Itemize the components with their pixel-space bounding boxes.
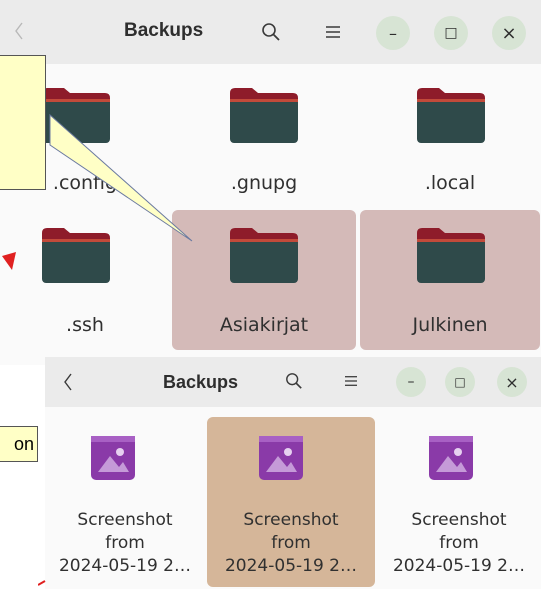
file-label-line2: from [271,533,311,553]
window-title: Backups [163,372,239,392]
file-item-screenshot-1[interactable]: Screenshot from 2024-05-19 2… [45,417,205,587]
file-manager-window-secondary: Backups – □ × Screenshot from 2024-05-19… [45,357,541,589]
callout-box-bottom: on [0,426,38,462]
callout-text: on [13,433,34,454]
red-arrow-mark [2,252,16,270]
chevron-left-icon [64,373,72,391]
file-label-line1: Screenshot [243,510,339,530]
image-file-icon [429,436,473,480]
file-label-line2: from [439,533,479,553]
minimize-glyph: – [407,374,415,390]
folder-label: Julkinen [412,314,488,336]
file-label-line3: 2024-05-19 2… [58,556,191,576]
search-button[interactable] [280,367,308,395]
folder-label: Asiakirjat [219,314,309,336]
back-button[interactable] [57,367,79,397]
hamburger-menu-icon [345,376,357,386]
maximize-glyph: □ [454,375,466,389]
file-label-line1: Screenshot [77,510,173,530]
folder-label: .ssh [66,314,104,336]
maximize-button[interactable]: □ [445,367,475,397]
file-label-line3: 2024-05-19 2… [224,556,357,576]
search-icon [286,373,302,389]
red-mark-small [38,580,46,586]
header-bar: Backups – □ × [45,357,541,407]
minimize-button[interactable]: – [396,367,426,397]
file-label-line2: from [105,533,145,553]
file-item-screenshot-3[interactable]: Screenshot from 2024-05-19 2… [377,417,541,587]
file-label-line1: Screenshot [411,510,507,530]
file-item-screenshot-2[interactable]: Screenshot from 2024-05-19 2… [207,417,375,587]
close-button[interactable]: × [497,367,527,397]
image-file-icon [91,436,135,480]
image-file-icon [259,436,303,480]
close-glyph: × [505,372,519,392]
menu-button[interactable] [337,367,365,395]
file-label-line3: 2024-05-19 2… [392,556,525,576]
callout-pointer [49,113,193,242]
callout-box-top [0,55,46,190]
